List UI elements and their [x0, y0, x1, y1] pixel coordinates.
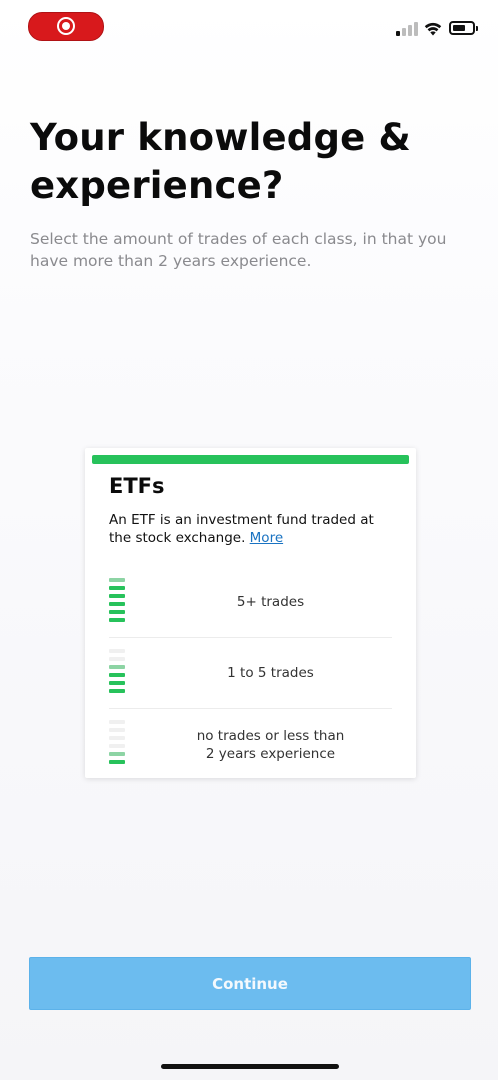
- meter-segment: [109, 610, 125, 614]
- option-label: 1 to 5 trades: [227, 665, 314, 681]
- meter-segment: [109, 720, 125, 724]
- continue-button[interactable]: Continue: [29, 957, 471, 1010]
- meter-segment: [109, 744, 125, 748]
- battery-fill: [453, 25, 465, 31]
- card-accent-bar: [92, 455, 409, 464]
- meter-segment: [109, 681, 125, 685]
- option-label-line-1: no trades or less than: [196, 728, 345, 744]
- option-label-line-2: 2 years experience: [205, 746, 336, 762]
- meter-segment: [109, 665, 125, 669]
- wifi-icon: [424, 22, 442, 36]
- meter-segment: [109, 618, 125, 622]
- meter-segment: [109, 578, 125, 582]
- meter-segment: [109, 657, 125, 661]
- record-dot: [62, 22, 70, 30]
- experience-level-meter: [109, 720, 125, 770]
- meter-segment: [109, 752, 125, 756]
- meter-segment: [109, 602, 125, 606]
- option-label: no trades or less than 2 years experienc…: [149, 727, 392, 763]
- card-description-text: An ETF is an investment fund traded at t…: [109, 512, 374, 546]
- meter-segment: [109, 649, 125, 653]
- more-link[interactable]: More: [250, 530, 283, 546]
- option-5-plus-trades[interactable]: 5+ trades: [109, 578, 392, 628]
- home-indicator: [161, 1064, 339, 1069]
- experience-level-meter: [109, 649, 125, 699]
- meter-segment: [109, 736, 125, 740]
- battery-icon: [449, 21, 478, 35]
- option-label: 5+ trades: [236, 594, 305, 610]
- option-1-to-5-trades[interactable]: 1 to 5 trades: [109, 649, 392, 699]
- page-subtitle: Select the amount of trades of each clas…: [30, 230, 447, 270]
- meter-segment: [109, 586, 125, 590]
- screen-recording-icon[interactable]: [28, 12, 104, 41]
- card-title: ETFs: [109, 474, 165, 498]
- cellular-signal-icon: [396, 22, 418, 36]
- experience-level-meter: [109, 578, 125, 628]
- option-divider: [109, 637, 392, 638]
- status-bar: [0, 0, 498, 52]
- page-title: Your knowledge & experience?: [30, 116, 412, 207]
- meter-segment: [109, 594, 125, 598]
- meter-segment: [109, 673, 125, 677]
- option-divider: [109, 708, 392, 709]
- meter-segment: [109, 728, 125, 732]
- meter-segment: [109, 689, 125, 693]
- option-no-trades[interactable]: no trades or less than 2 years experienc…: [109, 720, 392, 770]
- asset-class-card: ETFs An ETF is an investment fund traded…: [85, 448, 416, 778]
- card-description: An ETF is an investment fund traded at t…: [109, 511, 399, 547]
- meter-segment: [109, 760, 125, 764]
